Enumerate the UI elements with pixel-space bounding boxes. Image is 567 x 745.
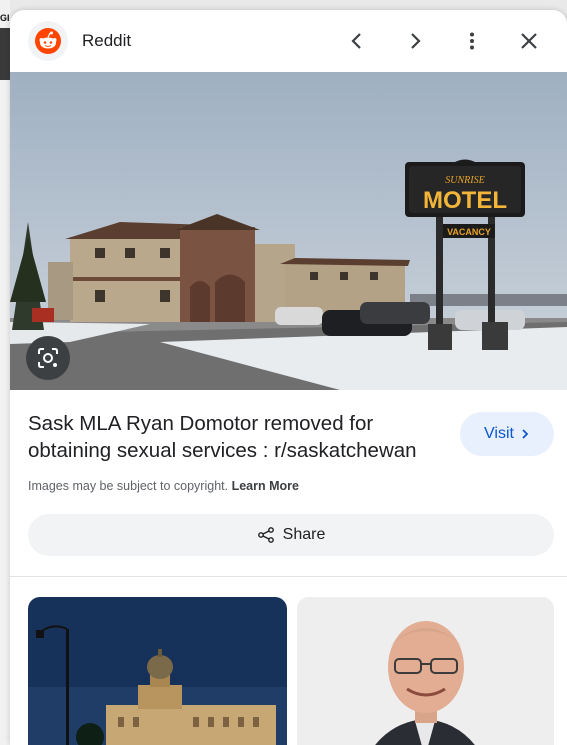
result-title[interactable]: Sask MLA Ryan Domotor removed for obtain… [28,410,448,464]
copyright-text: Images may be subject to copyright. [28,479,229,493]
chevron-left-icon [351,33,361,49]
google-lens-icon [38,348,58,368]
hero-image[interactable]: SUNRISE MOTEL VACANCY [10,72,567,390]
visit-label: Visit [484,425,514,442]
background-page-strip: GI [0,0,10,745]
sign-main-text: MOTEL [423,187,507,214]
close-icon [521,33,537,49]
share-button[interactable]: Share [28,514,554,556]
visit-button[interactable]: Visit [460,412,554,456]
copyright-notice: Images may be subject to copyright. Lear… [28,479,299,493]
back-button[interactable] [341,25,373,57]
close-button[interactable] [513,25,545,57]
chevron-right-icon [411,33,421,49]
section-divider [10,576,567,577]
background-text: GI [0,13,10,23]
sign-sub-text: VACANCY [447,227,491,237]
more-options-button[interactable] [456,25,488,57]
google-lens-button[interactable] [26,336,70,380]
learn-more-link[interactable]: Learn More [232,479,299,493]
sign-top-text: SUNRISE [445,175,484,186]
forward-button[interactable] [399,25,431,57]
site-name[interactable]: Reddit [82,31,131,51]
related-image-portrait[interactable] [297,597,554,745]
preview-header: Reddit [10,10,567,72]
share-label: Share [282,526,326,543]
image-preview-panel: Reddit SUNRISE MOTEL VACANCY Sask MLA Ry… [10,10,567,745]
background-dark-block [0,28,10,80]
chevron-right-icon [522,429,529,439]
share-icon [257,527,274,543]
related-image-legislature[interactable] [28,597,287,745]
more-vertical-icon [470,32,474,50]
reddit-logo-icon[interactable] [28,21,68,61]
